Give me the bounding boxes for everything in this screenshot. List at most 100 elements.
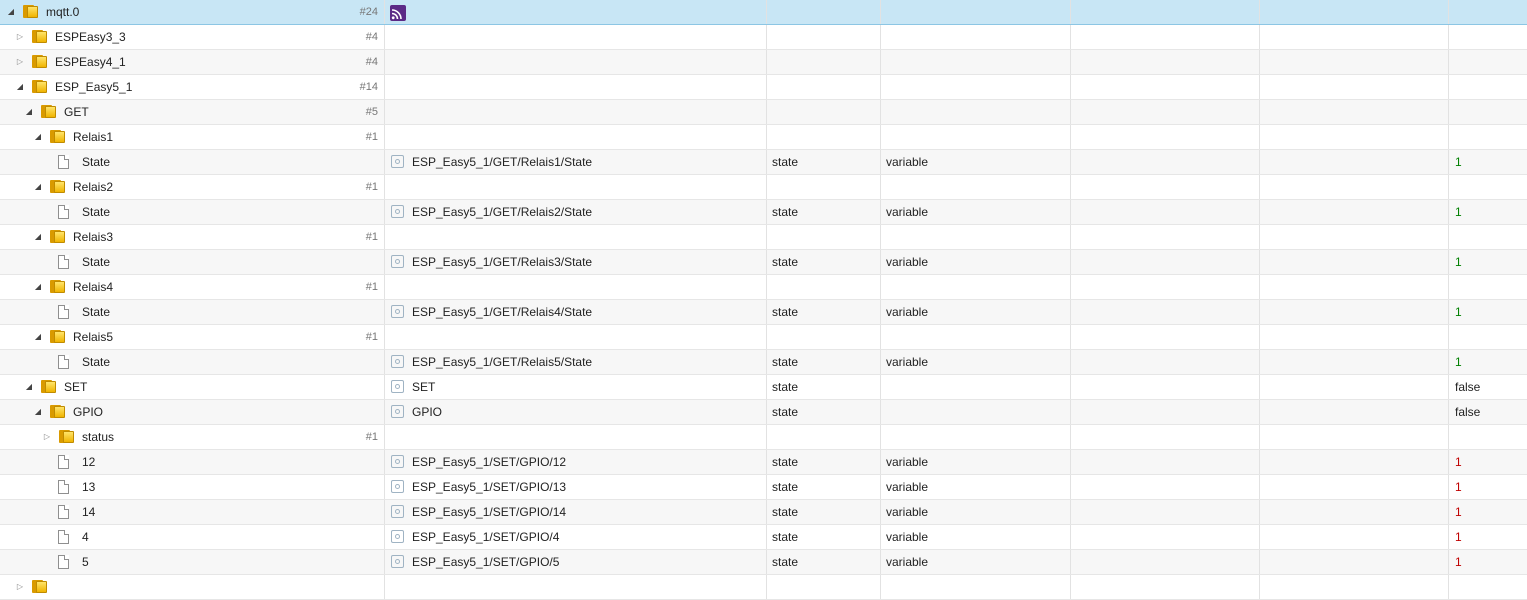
collapse-arrow-icon[interactable]: ◢: [33, 125, 43, 149]
object-value-cell[interactable]: [1449, 100, 1527, 124]
tree-row-folder[interactable]: ◢ GET #5: [0, 100, 1527, 125]
expand-arrow-icon[interactable]: ▷: [15, 50, 25, 74]
tree-row-state[interactable]: 4 ESP_Easy5_1/SET/GPIO/4 state variable 1: [0, 525, 1527, 550]
object-function-cell: [1260, 75, 1449, 99]
object-name: State: [82, 355, 111, 369]
object-value-cell[interactable]: [1449, 275, 1527, 299]
object-room-cell: [1071, 200, 1260, 224]
object-function-cell: [1260, 575, 1449, 599]
object-value[interactable]: 1: [1455, 205, 1462, 219]
object-value[interactable]: 1: [1455, 505, 1462, 519]
file-icon: [58, 455, 69, 469]
object-value-cell[interactable]: 1: [1449, 525, 1527, 549]
object-room-cell: [1071, 50, 1260, 74]
object-value-cell[interactable]: [1449, 225, 1527, 249]
object-value[interactable]: 1: [1455, 480, 1462, 494]
object-value[interactable]: false: [1455, 405, 1480, 419]
tree-row-folder[interactable]: ◢ mqtt.0 #24: [0, 0, 1527, 25]
collapse-arrow-icon[interactable]: ◢: [33, 325, 43, 349]
object-name-cell: ◢ Relais4 #1: [0, 275, 385, 299]
tree-row-folder[interactable]: ◢ Relais3 #1: [0, 225, 1527, 250]
tree-row-folder[interactable]: ◢ Relais5 #1: [0, 325, 1527, 350]
object-name: 4: [82, 530, 89, 544]
tree-row-folder[interactable]: ▷ ESPEasy4_1 #4: [0, 50, 1527, 75]
object-value[interactable]: 1: [1455, 155, 1462, 169]
child-count: #5: [365, 106, 378, 118]
object-room-cell: [1071, 100, 1260, 124]
object-id-cell: [385, 25, 767, 49]
object-function-cell: [1260, 175, 1449, 199]
tree-row-folder[interactable]: ▷ ESPEasy3_3 #4: [0, 25, 1527, 50]
object-value-cell[interactable]: 1: [1449, 550, 1527, 574]
collapse-arrow-icon[interactable]: ◢: [6, 0, 16, 24]
object-value-cell[interactable]: [1449, 425, 1527, 449]
tree-row-folder[interactable]: ▷ status #1: [0, 425, 1527, 450]
collapse-arrow-icon[interactable]: ◢: [33, 275, 43, 299]
object-value[interactable]: 1: [1455, 530, 1462, 544]
object-value-cell[interactable]: [1449, 575, 1527, 599]
tree-row-folder[interactable]: ◢ Relais4 #1: [0, 275, 1527, 300]
object-value[interactable]: 1: [1455, 555, 1462, 569]
object-value-cell[interactable]: [1449, 0, 1527, 24]
object-role-cell: [881, 375, 1071, 399]
tree-row-folder[interactable]: ◢ Relais1 #1: [0, 125, 1527, 150]
object-value-cell[interactable]: 1: [1449, 300, 1527, 324]
object-id: ESP_Easy5_1/GET/Relais4/State: [412, 305, 593, 319]
object-value-cell[interactable]: 1: [1449, 350, 1527, 374]
object-id-cell: ESP_Easy5_1/GET/Relais4/State: [385, 300, 767, 324]
object-value-cell[interactable]: [1449, 25, 1527, 49]
state-object-icon: [391, 305, 404, 319]
object-name-cell: 4: [0, 525, 385, 549]
object-value-cell[interactable]: false: [1449, 400, 1527, 424]
tree-row-state[interactable]: State ESP_Easy5_1/GET/Relais5/State state v…: [0, 350, 1527, 375]
object-value[interactable]: 1: [1455, 305, 1462, 319]
object-role-cell: variable: [881, 250, 1071, 274]
collapse-arrow-icon[interactable]: ◢: [24, 100, 34, 124]
object-value-cell[interactable]: false: [1449, 375, 1527, 399]
object-value-cell[interactable]: [1449, 75, 1527, 99]
object-name: 5: [82, 555, 89, 569]
object-value-cell[interactable]: [1449, 125, 1527, 149]
object-value[interactable]: 1: [1455, 355, 1462, 369]
object-value-cell[interactable]: [1449, 325, 1527, 349]
object-value-cell[interactable]: 1: [1449, 200, 1527, 224]
object-value-cell[interactable]: [1449, 175, 1527, 199]
object-room-cell: [1071, 425, 1260, 449]
collapse-arrow-icon[interactable]: ◢: [24, 375, 34, 399]
object-type-cell: state: [767, 250, 881, 274]
tree-row-state[interactable]: 5 ESP_Easy5_1/SET/GPIO/5 state variable 1: [0, 550, 1527, 575]
tree-row-folder[interactable]: ▷: [0, 575, 1527, 600]
object-value[interactable]: false: [1455, 380, 1480, 394]
expand-arrow-icon[interactable]: ▷: [42, 425, 52, 449]
collapse-arrow-icon[interactable]: ◢: [33, 225, 43, 249]
collapse-arrow-icon[interactable]: ◢: [15, 75, 25, 99]
tree-row-folder[interactable]: ◢ ESP_Easy5_1 #14: [0, 75, 1527, 100]
object-value-cell[interactable]: 1: [1449, 475, 1527, 499]
tree-row-state[interactable]: 13 ESP_Easy5_1/SET/GPIO/13 state variable 1: [0, 475, 1527, 500]
object-type-cell: state: [767, 150, 881, 174]
tree-row-state[interactable]: State ESP_Easy5_1/GET/Relais2/State state v…: [0, 200, 1527, 225]
expand-arrow-icon[interactable]: ▷: [15, 575, 25, 599]
tree-row-state[interactable]: 12 ESP_Easy5_1/SET/GPIO/12 state variable 1: [0, 450, 1527, 475]
object-id: ESP_Easy5_1/SET/GPIO/13: [412, 480, 567, 494]
object-value-cell[interactable]: 1: [1449, 450, 1527, 474]
tree-row-folder[interactable]: ◢ SET SET state false: [0, 375, 1527, 400]
tree-row-state[interactable]: State ESP_Easy5_1/GET/Relais4/State state v…: [0, 300, 1527, 325]
object-function-cell: [1260, 375, 1449, 399]
tree-row-folder[interactable]: ◢ Relais2 #1: [0, 175, 1527, 200]
collapse-arrow-icon[interactable]: ◢: [33, 175, 43, 199]
tree-row-folder[interactable]: ◢ GPIO GPIO state false: [0, 400, 1527, 425]
object-value-cell[interactable]: 1: [1449, 500, 1527, 524]
tree-row-state[interactable]: 14 ESP_Easy5_1/SET/GPIO/14 state variable 1: [0, 500, 1527, 525]
expand-arrow-icon[interactable]: ▷: [15, 25, 25, 49]
object-value-cell[interactable]: [1449, 50, 1527, 74]
tree-row-state[interactable]: State ESP_Easy5_1/GET/Relais3/State state v…: [0, 250, 1527, 275]
object-value[interactable]: 1: [1455, 255, 1462, 269]
tree-row-state[interactable]: State ESP_Easy5_1/GET/Relais1/State state v…: [0, 150, 1527, 175]
object-value[interactable]: 1: [1455, 455, 1462, 469]
object-room-cell: [1071, 500, 1260, 524]
object-value-cell[interactable]: 1: [1449, 250, 1527, 274]
folder-icon: [50, 130, 65, 143]
object-value-cell[interactable]: 1: [1449, 150, 1527, 174]
collapse-arrow-icon[interactable]: ◢: [33, 400, 43, 424]
